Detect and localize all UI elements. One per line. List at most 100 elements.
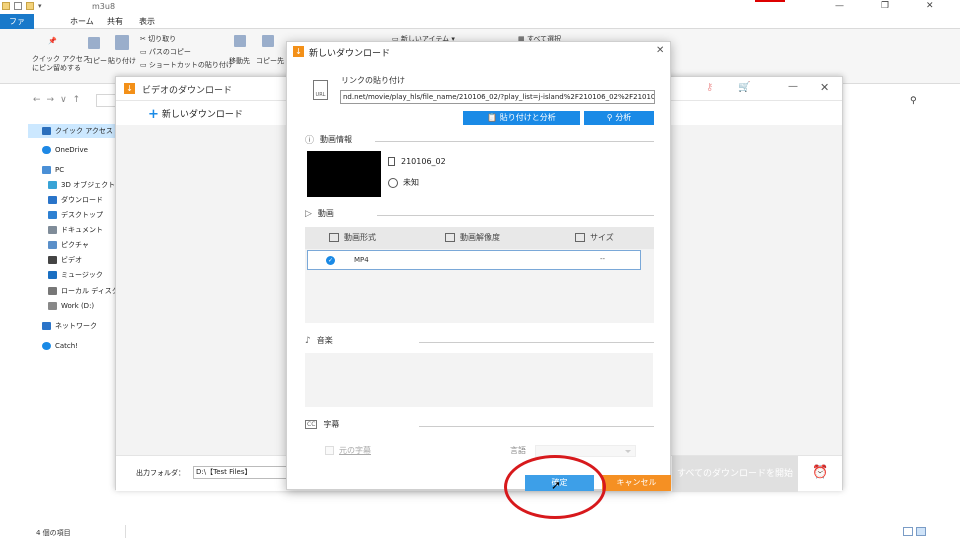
sidebar-item-documents[interactable]: ドキュメント	[48, 223, 103, 237]
paste-shortcut-label: ショートカットの貼り付け	[148, 61, 233, 69]
new-download-button[interactable]: + 新しいダウンロード	[148, 107, 243, 122]
key-icon[interactable]: ⚷	[706, 82, 713, 93]
alarm-clock-icon[interactable]: ⏰	[812, 465, 828, 480]
sidebar-item-quick-access[interactable]: クイック アクセス	[28, 124, 116, 138]
dialog-titlebar: ↓ 新しいダウンロード ✕	[287, 42, 670, 62]
url-file-icon: URL	[313, 80, 328, 100]
original-subtitle-label[interactable]: 元の字幕	[339, 445, 371, 456]
cut-button[interactable]: ✂ 切り取り	[140, 34, 176, 44]
tab-file[interactable]: ファイル	[0, 14, 34, 41]
explorer-window-title: m3u8	[92, 2, 116, 11]
paste-and-analyze-button[interactable]: 📋 貼り付けと分析	[463, 111, 580, 125]
sidebar-item-label: Work (D:)	[61, 302, 95, 310]
maximize-icon[interactable]: ❐	[881, 1, 889, 11]
search-icon[interactable]: ⚲	[910, 96, 917, 106]
video-title-row: 210106_02	[388, 157, 446, 166]
explorer-titlebar: ▾ m3u8 — ❐ ✕	[0, 0, 960, 14]
new-folder-icon[interactable]	[26, 2, 34, 10]
sidebar-item-label: OneDrive	[55, 146, 88, 154]
sidebar-item-catch[interactable]: Catch!	[42, 339, 78, 353]
large-icons-view-icon[interactable]	[916, 527, 926, 536]
paste-icon: 📋	[487, 113, 500, 122]
sidebar-item-label: ミュージック	[61, 271, 103, 279]
row-format: MP4	[354, 256, 369, 264]
sidebar-item-label: ピクチャ	[61, 241, 89, 249]
size-icon	[575, 233, 585, 242]
cut-label: 切り取り	[148, 35, 177, 43]
music-list	[305, 353, 653, 407]
cc-icon: CC	[305, 420, 318, 429]
cart-icon[interactable]: 🛒	[738, 82, 750, 93]
cancel-button[interactable]: キャンセル	[602, 475, 671, 491]
copy-button[interactable]: コピー	[86, 56, 107, 66]
sidebar-item-work-d[interactable]: Work (D:)	[48, 299, 94, 313]
qat-dropdown-icon[interactable]: ▾	[38, 2, 42, 10]
link-paste-label: リンクの貼り付け	[341, 76, 405, 85]
sidebar-item-desktop[interactable]: デスクトップ	[48, 208, 103, 222]
copy-to-button[interactable]: コピー先	[256, 56, 284, 66]
column-resolution: 動画解像度	[445, 232, 500, 243]
plus-icon: +	[148, 107, 159, 122]
download-app-icon: ↓	[124, 83, 135, 94]
format-table: ✓ MP4 --	[305, 249, 654, 323]
drive-icon	[48, 287, 57, 295]
document-icon	[48, 226, 57, 234]
original-subtitle-checkbox[interactable]	[325, 446, 334, 455]
sidebar-item-downloads[interactable]: ダウンロード	[48, 193, 103, 207]
video-info-label: 動画情報	[320, 135, 353, 144]
music-note-icon: ♪	[305, 335, 311, 346]
sidebar-item-onedrive[interactable]: OneDrive	[42, 143, 88, 157]
sidebar-item-network[interactable]: ネットワーク	[42, 319, 97, 333]
minimize-icon[interactable]: —	[835, 1, 844, 11]
sidebar-item-pc[interactable]: PC	[42, 163, 64, 177]
video-window-title: ビデオのダウンロード	[142, 86, 233, 96]
sidebar-item-label: デスクトップ	[61, 211, 103, 219]
details-view-icon[interactable]	[903, 527, 913, 536]
paste-shortcut-button[interactable]: ▭ ショートカットの貼り付け	[140, 60, 233, 70]
tab-share[interactable]: 共有	[101, 14, 129, 29]
nav-arrows[interactable]: ←→∨↑	[33, 95, 86, 105]
table-row[interactable]: ✓ MP4 --	[307, 250, 641, 270]
section-divider	[419, 342, 654, 343]
analyze-button[interactable]: ⚲ 分析	[584, 111, 654, 125]
close-icon[interactable]: ✕	[656, 45, 664, 56]
section-divider	[419, 426, 654, 427]
sidebar-item-3d-objects[interactable]: 3D オブジェクト	[48, 178, 115, 192]
address-bar[interactable]	[96, 94, 116, 107]
sidebar-item-label: ドキュメント	[61, 226, 103, 234]
network-icon	[42, 322, 51, 330]
section-divider	[377, 215, 654, 216]
sidebar-item-music[interactable]: ミュージック	[48, 268, 103, 282]
catch-icon	[42, 342, 51, 350]
sidebar-item-label: PC	[55, 166, 65, 174]
video-thumbnail	[307, 151, 381, 197]
close-icon[interactable]: ✕	[926, 1, 934, 11]
minimize-icon[interactable]: —	[788, 81, 798, 92]
close-icon[interactable]: ✕	[820, 81, 829, 94]
new-download-dialog: ↓ 新しいダウンロード ✕ URL リンクの貼り付け nd.net/movie/…	[286, 41, 671, 491]
ribbon-tabs: ファイル ホーム 共有 表示	[0, 14, 960, 41]
url-input[interactable]: nd.net/movie/play_hls/file_name/210106_0…	[340, 90, 655, 104]
properties-icon[interactable]	[14, 2, 22, 10]
move-to-button[interactable]: 移動先	[229, 56, 250, 66]
dialog-title: 新しいダウンロード	[309, 49, 391, 59]
tab-home[interactable]: ホーム	[64, 14, 100, 29]
pin-quick-access-button[interactable]: クイック アクセス にピン留めする	[32, 55, 90, 73]
download-all-button[interactable]: すべてのダウンロードを開始	[672, 456, 798, 492]
column-format-label: 動画形式	[344, 233, 376, 242]
music-note-icon	[48, 271, 57, 279]
paste-button[interactable]: 貼り付け	[108, 56, 136, 66]
sidebar-item-label: ダウンロード	[61, 196, 103, 204]
status-divider	[125, 525, 126, 538]
tab-view[interactable]: 表示	[133, 14, 161, 29]
video-section-label: 動画	[317, 209, 334, 218]
sidebar-item-videos[interactable]: ビデオ	[48, 253, 82, 267]
video-section-header: ▷ 動画	[305, 208, 334, 219]
column-size-label: サイズ	[590, 233, 614, 242]
navigation-pane: クイック アクセス OneDrive PC 3D オブジェクト ダウンロード デ…	[0, 120, 129, 520]
sidebar-item-label: Catch!	[55, 342, 79, 350]
sidebar-item-pictures[interactable]: ピクチャ	[48, 238, 89, 252]
output-folder-field[interactable]: D:\【Test Files】	[193, 466, 293, 479]
sidebar-item-label: ネットワーク	[55, 322, 97, 330]
copy-path-button[interactable]: ▭ パスのコピー	[140, 47, 191, 57]
